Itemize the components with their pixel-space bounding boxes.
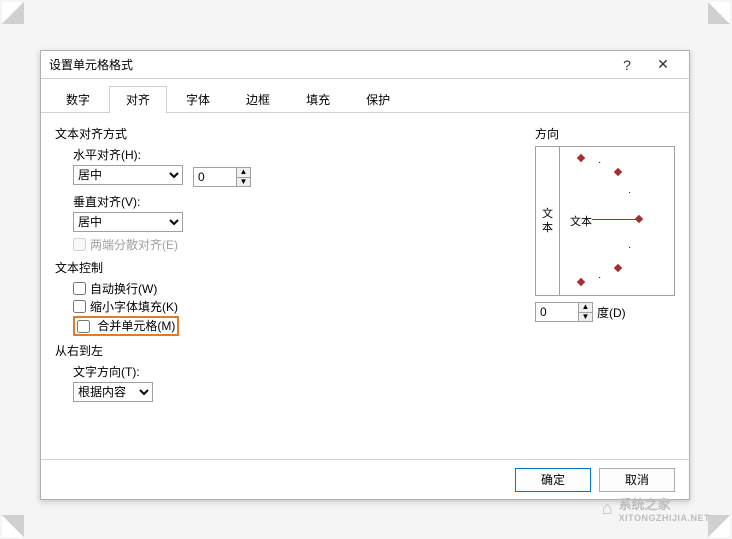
dot-icon: · <box>598 157 601 168</box>
shrink-to-fit-checkbox[interactable] <box>73 300 86 313</box>
orientation-dial[interactable]: 文本 · · · · <box>560 147 674 295</box>
decorative-corner <box>2 515 24 537</box>
horizontal-align-label: 水平对齐(H): <box>73 146 535 163</box>
justify-distributed-label: 两端分散对齐(E) <box>90 236 178 253</box>
tabs-bar: 数字 对齐 字体 边框 填充 保护 <box>41 79 689 113</box>
merge-cells-highlight: 合并单元格(M) <box>73 316 179 336</box>
orientation-line <box>592 219 637 220</box>
degree-input[interactable] <box>536 303 578 321</box>
titlebar: 设置单元格格式 ? ✕ <box>41 51 689 79</box>
indent-spinner[interactable]: ▲ ▼ <box>193 167 251 187</box>
right-column: 方向 文 本 文本 · · · · <box>535 123 675 455</box>
dot-icon: · <box>628 242 631 253</box>
diamond-icon <box>614 264 622 272</box>
indent-input[interactable] <box>194 168 236 186</box>
diamond-icon <box>577 278 585 286</box>
house-icon: ⌂ <box>602 498 613 519</box>
dot-icon: · <box>598 272 601 283</box>
watermark-brand: 系统之家 <box>619 494 710 513</box>
text-alignment-group: 文本对齐方式 <box>55 125 535 142</box>
orientation-vertical-text[interactable]: 文 本 <box>536 147 560 295</box>
horizontal-align-select[interactable]: 居中 <box>73 165 183 185</box>
text-control-group: 文本控制 <box>55 259 535 276</box>
decorative-corner <box>708 2 730 24</box>
shrink-to-fit-label: 缩小字体填充(K) <box>90 298 178 315</box>
right-to-left-group: 从右到左 <box>55 342 535 359</box>
dialog-title: 设置单元格格式 <box>49 56 609 73</box>
vertical-align-select[interactable]: 居中 <box>73 212 183 232</box>
merge-cells-checkbox[interactable] <box>77 320 90 333</box>
decorative-corner <box>708 515 730 537</box>
tab-font[interactable]: 字体 <box>169 86 227 113</box>
dialog-footer: 确定 取消 <box>41 459 689 499</box>
cancel-button[interactable]: 取消 <box>599 468 675 492</box>
vertical-align-label: 垂直对齐(V): <box>73 193 535 210</box>
diamond-icon <box>577 154 585 162</box>
merge-cells-label: 合并单元格(M) <box>97 319 175 333</box>
text-direction-select[interactable]: 根据内容 <box>73 382 153 402</box>
wrap-text-checkbox[interactable] <box>73 282 86 295</box>
help-button[interactable]: ? <box>609 53 645 77</box>
tab-number[interactable]: 数字 <box>49 86 107 113</box>
dot-icon: · <box>628 187 631 198</box>
tab-alignment[interactable]: 对齐 <box>109 86 167 113</box>
orientation-canvas[interactable]: 文 本 文本 · · · · <box>535 146 675 296</box>
dialog-body: 文本对齐方式 水平对齐(H): 居中 缩进(I): ▲ ▼ <box>41 113 689 463</box>
diamond-icon <box>635 215 643 223</box>
orientation-group: 方向 <box>535 125 675 142</box>
degree-label: 度(D) <box>597 304 626 321</box>
watermark-url: XITONGZHIJIA.NET <box>619 513 710 523</box>
watermark: ⌂ 系统之家 XITONGZHIJIA.NET <box>602 494 710 523</box>
text-direction-label: 文字方向(T): <box>73 363 535 380</box>
tab-protection[interactable]: 保护 <box>349 86 407 113</box>
format-cells-dialog: 设置单元格格式 ? ✕ 数字 对齐 字体 边框 填充 保护 文本对齐方式 水平对… <box>40 50 690 500</box>
diamond-icon <box>614 168 622 176</box>
tab-fill[interactable]: 填充 <box>289 86 347 113</box>
decorative-corner <box>2 2 24 24</box>
ok-button[interactable]: 确定 <box>515 468 591 492</box>
close-button[interactable]: ✕ <box>645 53 681 77</box>
tab-border[interactable]: 边框 <box>229 86 287 113</box>
orientation-text-label: 文本 <box>570 213 592 229</box>
indent-down-icon[interactable]: ▼ <box>237 178 250 187</box>
degree-down-icon[interactable]: ▼ <box>579 313 592 322</box>
justify-distributed-checkbox <box>73 238 86 251</box>
degree-spinner[interactable]: ▲ ▼ <box>535 302 593 322</box>
wrap-text-label: 自动换行(W) <box>90 280 157 297</box>
left-column: 文本对齐方式 水平对齐(H): 居中 缩进(I): ▲ ▼ <box>55 123 535 455</box>
